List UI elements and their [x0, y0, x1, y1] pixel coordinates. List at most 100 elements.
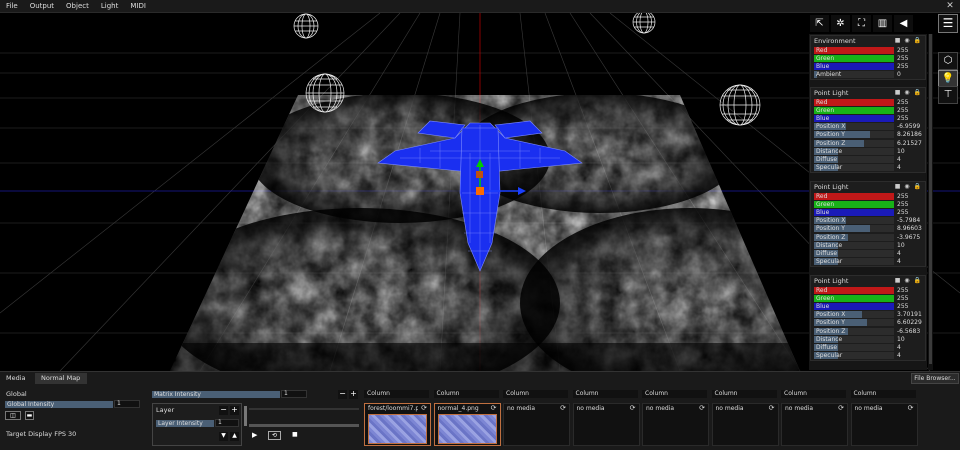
property-slider[interactable]: Diffuse: [814, 249, 894, 257]
matrix-intensity-input[interactable]: 1: [281, 390, 307, 398]
column-header[interactable]: Column: [850, 390, 916, 398]
timeline-slider[interactable]: [249, 424, 359, 427]
reload-icon[interactable]: ⟳: [908, 404, 914, 412]
property-slider[interactable]: Blue: [814, 302, 894, 310]
visibility-lock-icons[interactable]: ■ ◉ 🔒: [895, 88, 922, 98]
group-header[interactable]: Point Light ■ ◉ 🔒: [811, 88, 925, 98]
reload-icon[interactable]: ⟳: [630, 404, 636, 412]
column-header[interactable]: Column: [642, 390, 707, 398]
matrix-intensity-slider[interactable]: Matrix Intensity: [152, 391, 280, 398]
property-slider[interactable]: Green: [814, 54, 894, 62]
global-intensity-slider[interactable]: Global Intensity: [5, 401, 113, 408]
column-header[interactable]: Column: [711, 390, 777, 398]
property-slider[interactable]: Red: [814, 192, 894, 200]
media-cell[interactable]: no media ⟳: [781, 403, 848, 446]
media-cell[interactable]: no media ⟳: [642, 403, 709, 446]
single-view-icon[interactable]: ▬: [25, 411, 34, 420]
group-header[interactable]: Point Light ■ ◉ 🔒: [811, 276, 925, 286]
property-value[interactable]: 255: [897, 295, 908, 302]
scale-tool-icon[interactable]: ⛶: [852, 15, 871, 32]
property-slider[interactable]: Green: [814, 294, 894, 302]
property-slider[interactable]: Blue: [814, 208, 894, 216]
property-slider[interactable]: Specular: [814, 258, 894, 266]
add-column-button[interactable]: +: [349, 390, 358, 399]
column-header[interactable]: Column: [572, 390, 638, 398]
reload-icon[interactable]: ⟳: [560, 404, 566, 412]
media-cell[interactable]: no media ⟳: [711, 403, 779, 446]
property-slider[interactable]: Blue: [814, 114, 894, 122]
tab-normal-map[interactable]: Normal Map: [35, 373, 87, 384]
property-value[interactable]: 4: [897, 164, 901, 171]
property-slider[interactable]: Position Z: [814, 327, 894, 335]
property-value[interactable]: -6.5683: [897, 328, 920, 335]
property-slider[interactable]: Position Y: [814, 225, 894, 233]
visibility-lock-icons[interactable]: ■ ◉ 🔒: [895, 182, 922, 192]
select-tool-icon[interactable]: ⇱: [810, 15, 829, 32]
media-cell[interactable]: no media ⟳: [850, 403, 918, 446]
reload-icon[interactable]: ⟳: [769, 404, 775, 412]
property-slider[interactable]: Position X: [814, 123, 894, 131]
property-value[interactable]: 0: [897, 71, 901, 78]
property-slider[interactable]: Diffuse: [814, 155, 894, 163]
reload-icon[interactable]: ⟳: [421, 404, 427, 412]
property-value[interactable]: 255: [897, 303, 908, 310]
property-slider[interactable]: Distance: [814, 335, 894, 343]
remove-column-button[interactable]: −: [338, 390, 347, 399]
close-icon[interactable]: ✕: [945, 0, 955, 13]
file-browser-button[interactable]: File Browser...: [911, 373, 959, 384]
property-value[interactable]: 3.70191: [897, 311, 922, 318]
property-value[interactable]: 6.60229: [897, 319, 922, 326]
property-value[interactable]: 255: [897, 193, 908, 200]
property-slider[interactable]: Green: [814, 106, 894, 114]
property-value[interactable]: 255: [897, 55, 908, 62]
media-cell[interactable]: no media ⟳: [572, 403, 640, 446]
group-header[interactable]: Environment ■ ◉ 🔒: [811, 36, 925, 46]
property-value[interactable]: 10: [897, 148, 905, 155]
property-value[interactable]: 255: [897, 209, 908, 216]
panel-scrollbar-thumb[interactable]: [929, 34, 932, 364]
property-value[interactable]: 255: [897, 201, 908, 208]
group-header[interactable]: Point Light ■ ◉ 🔒: [811, 182, 925, 192]
remove-layer-button[interactable]: −: [219, 406, 228, 415]
visibility-lock-icons[interactable]: ■ ◉ 🔒: [895, 36, 922, 46]
property-value[interactable]: 4: [897, 250, 901, 257]
property-value[interactable]: 255: [897, 115, 908, 122]
media-cell[interactable]: normal_4.png ⟳: [433, 403, 501, 446]
column-header[interactable]: Column: [503, 390, 568, 398]
menu-light[interactable]: Light: [95, 0, 124, 13]
property-slider[interactable]: Position Y: [814, 319, 894, 327]
property-slider[interactable]: Diffuse: [814, 343, 894, 351]
property-value[interactable]: 255: [897, 47, 908, 54]
property-value[interactable]: 8.96603: [897, 225, 922, 232]
cone-tool-icon[interactable]: ◀: [894, 15, 913, 32]
layer-intensity-slider[interactable]: Layer Intensity: [156, 420, 214, 427]
reload-icon[interactable]: ⟳: [491, 404, 497, 412]
property-slider[interactable]: Green: [814, 200, 894, 208]
property-slider[interactable]: Red: [814, 98, 894, 106]
property-slider[interactable]: Position X: [814, 311, 894, 319]
property-slider[interactable]: Distance: [814, 147, 894, 155]
media-cell[interactable]: forest/loommi7.p ⟳: [364, 403, 431, 446]
property-value[interactable]: 4: [897, 156, 901, 163]
loop-icon[interactable]: ⟲: [268, 431, 282, 440]
global-intensity-input[interactable]: 1: [114, 400, 140, 408]
property-value[interactable]: 255: [897, 107, 908, 114]
texture-tool-icon[interactable]: ▥: [873, 15, 892, 32]
cube-icon[interactable]: ⬡: [938, 52, 958, 70]
property-value[interactable]: 10: [897, 336, 905, 343]
property-slider[interactable]: Position Z: [814, 139, 894, 147]
play-icon[interactable]: ▶: [252, 431, 257, 439]
visibility-lock-icons[interactable]: ■ ◉ 🔒: [895, 276, 922, 286]
property-value[interactable]: 4: [897, 258, 901, 265]
move-layer-up-button[interactable]: ▲: [230, 432, 239, 441]
property-slider[interactable]: Specular: [814, 352, 894, 360]
move-layer-down-button[interactable]: ▼: [219, 432, 228, 441]
property-value[interactable]: 8.26186: [897, 131, 922, 138]
reload-icon[interactable]: ⟳: [838, 404, 844, 412]
property-value[interactable]: -3.9675: [897, 234, 920, 241]
property-value[interactable]: -6.9599: [897, 123, 920, 130]
column-header[interactable]: Column: [364, 390, 429, 398]
property-value[interactable]: 4: [897, 352, 901, 359]
property-value[interactable]: 255: [897, 63, 908, 70]
property-value[interactable]: 255: [897, 99, 908, 106]
